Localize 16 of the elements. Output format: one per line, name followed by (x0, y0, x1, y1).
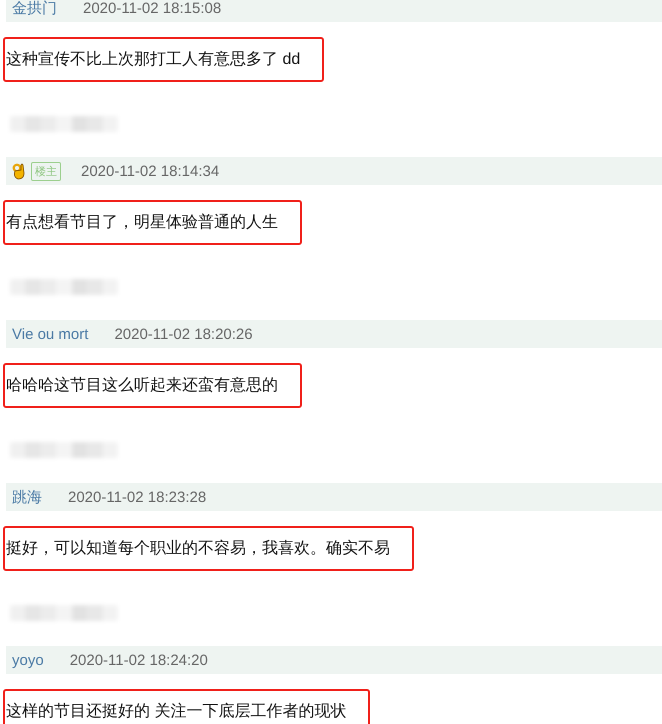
comment-text: 这样的节目还挺好的 关注一下底层工作者的现状 (3, 689, 370, 724)
comment-time: 2020-11-02 18:20:26 (114, 326, 253, 342)
username-link[interactable]: 跳海 (12, 488, 42, 506)
comment-text: 有点想看节目了，明星体验普通的人生 (3, 200, 302, 245)
comment-time: 2020-11-02 18:24:20 (70, 652, 208, 668)
ok-hand-icon (12, 162, 26, 180)
username-link[interactable]: yoyo (12, 652, 44, 668)
comment-text: 挺好，可以知道每个职业的不容易，我喜欢。确实不易 (3, 526, 414, 571)
comment-time: 2020-11-02 18:23:28 (68, 488, 206, 506)
comment-text: 这种宣传不比上次那打工人有意思多了 dd (3, 37, 324, 82)
username-link[interactable]: Vie ou mort (12, 326, 88, 342)
comment-time: 2020-11-02 18:15:08 (83, 0, 222, 16)
comment-time: 2020-11-02 18:14:34 (81, 162, 220, 180)
comment-text: 哈哈哈这节目这么听起来还蛮有意思的 (3, 363, 302, 408)
author-badge: 楼主 (31, 162, 61, 180)
username-link[interactable]: 金拱门 (12, 0, 57, 18)
